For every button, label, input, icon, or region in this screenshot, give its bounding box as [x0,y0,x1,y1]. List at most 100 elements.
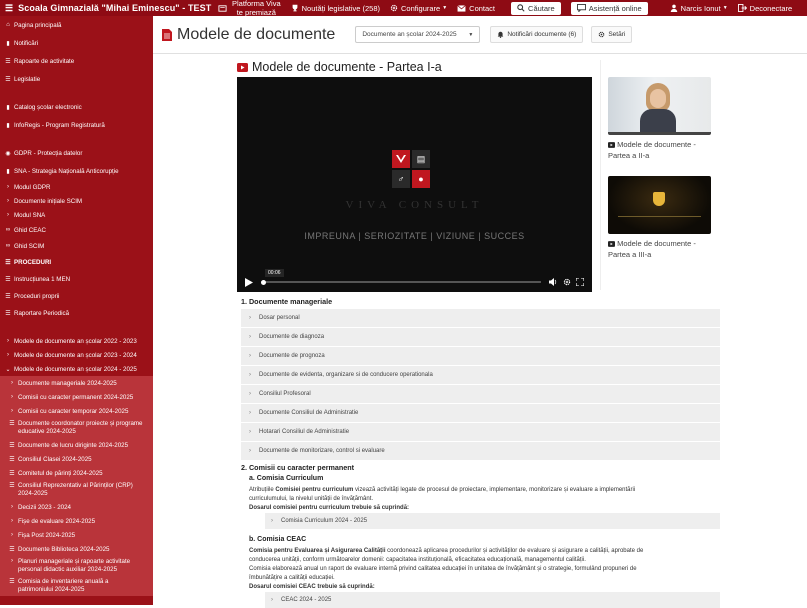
nav-legislative[interactable]: Noutăți legislative (258) [291,4,380,13]
ceac-description: Comisia pentru Evaluarea și Asigurarea C… [249,547,719,592]
sidebar-subitem-crp[interactable]: ☰ Consiliul Reprezentativ al Părinților (… [0,480,153,500]
sidebar-item-label: Comitetul de părinți 2024-2025 [18,469,103,477]
sidebar-item-modul-gdpr[interactable]: › Modul GDPR [0,180,153,194]
sidebar-item-modul-sna[interactable]: › Modul SNA [0,208,153,222]
video-icon [237,62,248,72]
chevron-right-icon: › [271,518,273,524]
chevron-right-icon: › [249,372,251,378]
school-year-select-value: Documente an școlar 2024-2025 [362,31,457,38]
sidebar-subitem-decizii[interactable]: › Decizii 2023 - 2024 [0,500,153,514]
chevron-down-icon: ▼ [468,31,474,38]
side-video-caption[interactable]: Modele de documente - Partea a II-a [608,139,711,161]
fullscreen-icon[interactable] [576,278,584,286]
sidebar-item-catalog[interactable]: ▮ Catalog școlar electronic [0,98,153,116]
side-video-caption[interactable]: Modele de documente - Partea a III-a [608,238,711,260]
accordion-item[interactable]: › Documente de evidenta, organizare si de… [241,366,720,384]
sidebar-item-sna[interactable]: ▮ SNA - Strategia Națională Anticorupție [0,162,153,180]
sidebar-item-proceduri[interactable]: ☰ PROCEDURI [0,254,153,271]
volume-icon[interactable] [549,278,558,286]
sidebar-item-label-line2: 2024-2025 [18,490,48,497]
sidebar-subitem-coordonator[interactable]: ☰ Documente coordonator proiecte și progr… [0,418,153,438]
accordion-item[interactable]: › Dosar personal [241,309,720,327]
video-progress-handle[interactable] [261,279,266,285]
sidebar-item-legislation[interactable]: ☰ Legislatie [0,70,153,88]
sidebar-item-label: Catalog școlar electronic [14,103,82,111]
sidebar-subitem-biblioteca[interactable]: ☰ Documente Biblioteca 2024-2025 [0,542,153,556]
side-video-thumbnail[interactable] [608,176,711,234]
chevron-right-icon: › [249,334,251,340]
sidebar-item-raportare[interactable]: ☰ Raportare Periodică [0,305,153,322]
accordion-item-ceac[interactable]: › CEAC 2024 - 2025 [265,592,720,608]
sidebar-item-label: Modul GDPR [14,183,51,191]
nav-contact-label: Contact [469,3,496,13]
chevron-right-icon: › [11,518,13,524]
sidebar-item-label: Proceduri proprii [14,293,60,300]
assist-button[interactable]: Asistență online [570,1,648,15]
chevron-right-icon: › [249,429,251,435]
logout-link[interactable]: Deconectare [737,4,792,13]
accordion-item[interactable]: › Documente de prognoza [241,347,720,365]
search-button[interactable]: Căutare [511,1,561,15]
nav-contact[interactable]: Contact [457,4,495,13]
list-icon: ☰ [9,483,15,489]
link-icon: ∞ [5,227,11,233]
sidebar-item-models-2024[interactable]: ⌄ Modele de documente an școlar 2024 - 20… [0,362,153,376]
side-video-part2[interactable]: Modele de documente - Partea a II-a [608,77,711,161]
accordion-item[interactable]: › Hotarari Consiliul de Administratie [241,423,720,441]
app-brand[interactable]: ☰ Scoala Gimnazială "Mihai Eminescu" - T… [0,3,218,14]
sidebar-item-inforegis[interactable]: ▮ InfoRegis - Program Registratură [0,116,153,134]
sidebar-item-label: Documente de lucru diriginte 2024-2025 [18,441,129,449]
accordion-item[interactable]: › Documente de monitorizare, control si e… [241,442,720,460]
bell-icon [498,31,504,38]
sidebar-item-label: Documente Biblioteca 2024-2025 [18,545,110,553]
list-icon: ☰ [5,277,11,283]
sidebar-item-label: Raportare Periodică [14,310,70,317]
sidebar-subitem-fisa-post[interactable]: › Fișa Post 2024-2025 [0,528,153,542]
brand-logo: ▤ ♂ ● [392,150,432,190]
side-video-part3[interactable]: Modele de documente - Partea a III-a [608,176,711,260]
video-player[interactable]: ▤ ♂ ● VIVA CONSULT IMPREUNA | SERIOZITAT… [237,77,592,292]
sidebar-item-gdpr[interactable]: ◉ GDPR - Protecția datelor [0,144,153,162]
sidebar-subitem-diriginte[interactable]: ☰ Documente de lucru diriginte 2024-2025 [0,438,153,452]
sidebar-subitem-inventariere[interactable]: ☰ Comisia de inventariere anuală a patrimo… [0,576,153,596]
sidebar-subitem-comitet-parinti[interactable]: ☰ Comitetul de părinți 2024-2025 [0,466,153,480]
accordion-item[interactable]: › Consiliul Profesoral [241,385,720,403]
nav-platform[interactable]: Platforma Viva te premiază [218,0,281,17]
sidebar-item-models-2022[interactable]: › Modele de documente an școlar 2022 - 20… [0,334,153,348]
sidebar-item-ghid-scim[interactable]: ∞ Ghid SCIM [0,238,153,254]
side-video-thumbnail[interactable] [608,77,711,135]
sidebar-item-proceduri-proprii[interactable]: ☰ Proceduri proprii [0,288,153,305]
sidebar-subitem-planuri[interactable]: › Planuri manageriale și rapoarte activit… [0,556,153,576]
sidebar-item-instructiunea[interactable]: ☰ Instrucțiunea 1 MEN [0,271,153,288]
accordion-item[interactable]: › Documente Consiliul de Administratie [241,404,720,422]
notifications-button[interactable]: Notificări documente (6) [490,26,584,43]
sidebar-item-home[interactable]: ⌂ Pagina principală [0,16,153,34]
dosar-label: Dosarul comisiei pentru curriculum trebu… [249,505,410,511]
sidebar-subitem-consiliul-clasei[interactable]: ☰ Consiliul Clasei 2024-2025 [0,452,153,466]
list-icon: ☰ [5,294,11,300]
play-icon[interactable] [245,277,253,287]
list-icon: ☰ [5,260,11,266]
sidebar-subitem-permanent[interactable]: › Comisii cu caracter permanent 2024-2025 [0,390,153,404]
accordion-item-curriculum[interactable]: › Comisia Curriculum 2024 - 2025 [265,513,720,529]
sidebar-item-label: Notificări [14,39,39,47]
menu-icon[interactable]: ☰ [5,3,13,14]
video-progress-track[interactable] [261,279,541,285]
sidebar-item-reports[interactable]: ☰ Rapoarte de activitate [0,52,153,70]
chevron-right-icon: › [249,315,251,321]
sidebar-subitem-manageriale[interactable]: › Documente manageriale 2024-2025 [0,376,153,390]
chevron-right-icon: › [7,184,9,190]
nav-configure[interactable]: Configurare ▼ [390,4,447,13]
gear-icon[interactable] [563,278,571,286]
sidebar-item-models-2023[interactable]: › Modele de documente an școlar 2023 - 20… [0,348,153,362]
accordion-item[interactable]: › Documente de diagnoza [241,328,720,346]
user-menu[interactable]: Narcis Ionut ▼ [670,4,728,13]
sidebar-item-ghid-ceac[interactable]: ∞ Ghid CEAC [0,222,153,238]
sidebar-subitem-fise-evaluare[interactable]: › Fișe de evaluare 2024-2025 [0,514,153,528]
chat-icon [576,4,586,12]
school-year-select[interactable]: Documente an școlar 2024-2025 ▼ [355,26,481,43]
sidebar-subitem-temporar[interactable]: › Comisii cu caracter temporar 2024-2025 [0,404,153,418]
sidebar-item-scim-initial[interactable]: › Documente inițiale SCIM [0,194,153,208]
settings-button[interactable]: Setări [591,26,633,43]
sidebar-item-notifications[interactable]: ▮ Notificări [0,34,153,52]
